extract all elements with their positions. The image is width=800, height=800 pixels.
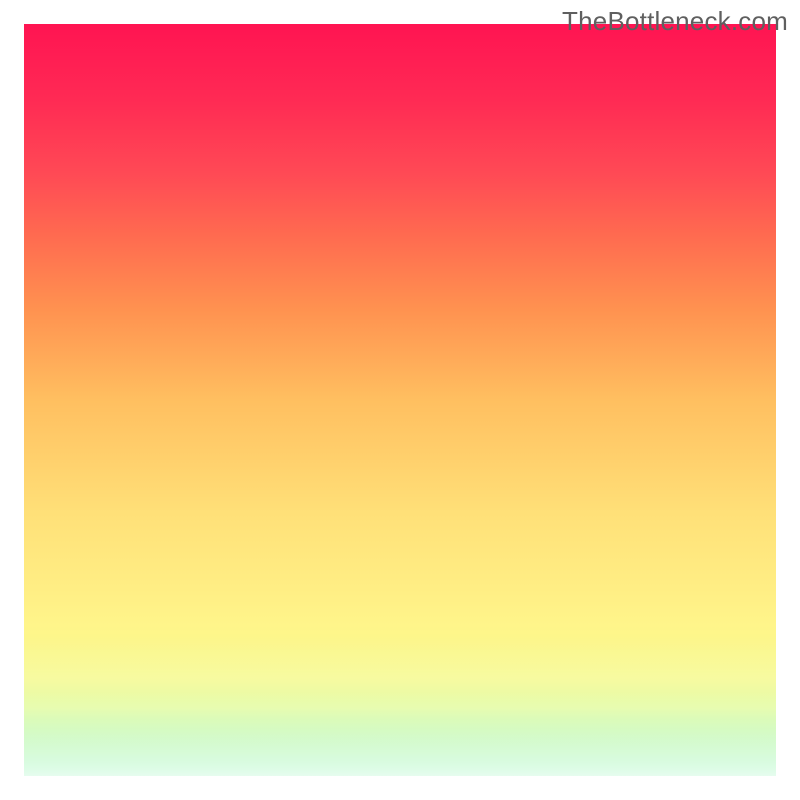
bottom-glow xyxy=(24,636,776,776)
watermark-text: TheBottleneck.com xyxy=(562,6,788,37)
chart-area xyxy=(24,24,776,776)
